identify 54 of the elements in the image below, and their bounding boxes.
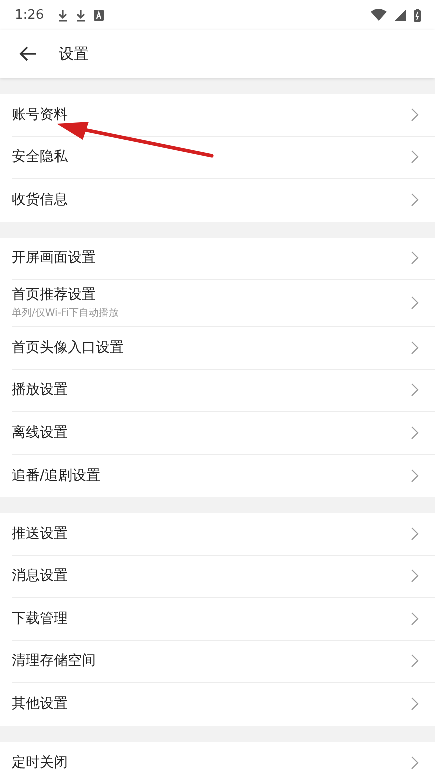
chevron-icon	[411, 526, 419, 541]
page-title: 设置	[59, 44, 89, 64]
chevron-icon	[411, 383, 419, 398]
settings-item[interactable]: 其他设置	[12, 683, 435, 726]
item-subtitle: 单列/仅Wi-Fi下自动播放	[12, 306, 120, 320]
item-label: 推送设置	[12, 524, 69, 543]
item-label: 消息设置	[12, 567, 69, 586]
settings-item[interactable]: 消息设置	[12, 556, 435, 598]
item-label: 收货信息	[12, 191, 69, 210]
item-label: 开屏画面设置	[12, 249, 97, 268]
chevron-icon	[411, 108, 419, 122]
settings-item[interactable]: 收货信息	[12, 179, 435, 222]
item-label: 安全隐私	[12, 148, 69, 166]
chevron-icon	[411, 612, 419, 626]
item-label: 下载管理	[12, 610, 69, 628]
item-label: 追番/追剧设置	[12, 466, 102, 485]
settings-item[interactable]: 离线设置	[12, 412, 435, 454]
letter-icon	[94, 10, 104, 20]
chevron-icon	[411, 756, 419, 770]
wifi-icon	[371, 9, 387, 21]
download-icon	[58, 8, 68, 22]
settings-item[interactable]: 下载管理	[12, 598, 435, 640]
signal-icon	[395, 10, 406, 20]
item-label: 首页头像入口设置	[12, 338, 125, 357]
settings-item[interactable]: 安全隐私	[12, 136, 435, 179]
chevron-icon	[411, 340, 419, 355]
item-label: 定时关闭	[12, 754, 69, 772]
settings-item[interactable]: 开屏画面设置	[12, 238, 435, 280]
back-button[interactable]	[19, 46, 37, 62]
chevron-icon	[411, 296, 419, 310]
back-arrow-icon	[19, 46, 37, 62]
settings-item[interactable]: 推送设置	[12, 513, 435, 556]
chevron-icon	[411, 251, 419, 266]
chevron-icon	[411, 193, 419, 208]
chevron-icon	[411, 654, 419, 668]
item-label: 其他设置	[12, 695, 69, 714]
chevron-icon	[411, 150, 419, 164]
status-time: 1:26	[15, 8, 44, 22]
item-label: 离线设置	[12, 424, 69, 442]
settings-item[interactable]: 追番/追剧设置	[12, 454, 435, 497]
settings-item[interactable]: 首页头像入口设置	[12, 327, 435, 370]
download-icon	[76, 8, 86, 22]
chevron-icon	[411, 426, 419, 440]
item-label: 首页推荐设置	[12, 286, 97, 304]
chevron-icon	[411, 569, 419, 584]
item-label: 播放设置	[12, 381, 69, 400]
settings-item[interactable]: 首页推荐设置 单列/仅Wi-Fi下自动播放	[12, 280, 435, 327]
settings-item[interactable]: 清理存储空间	[12, 640, 435, 683]
chevron-icon	[411, 697, 419, 712]
item-label: 清理存储空间	[12, 652, 97, 670]
battery-icon	[414, 8, 421, 22]
item-label: 账号资料	[12, 106, 69, 124]
chevron-icon	[411, 468, 419, 483]
settings-item[interactable]: 播放设置	[12, 370, 435, 412]
